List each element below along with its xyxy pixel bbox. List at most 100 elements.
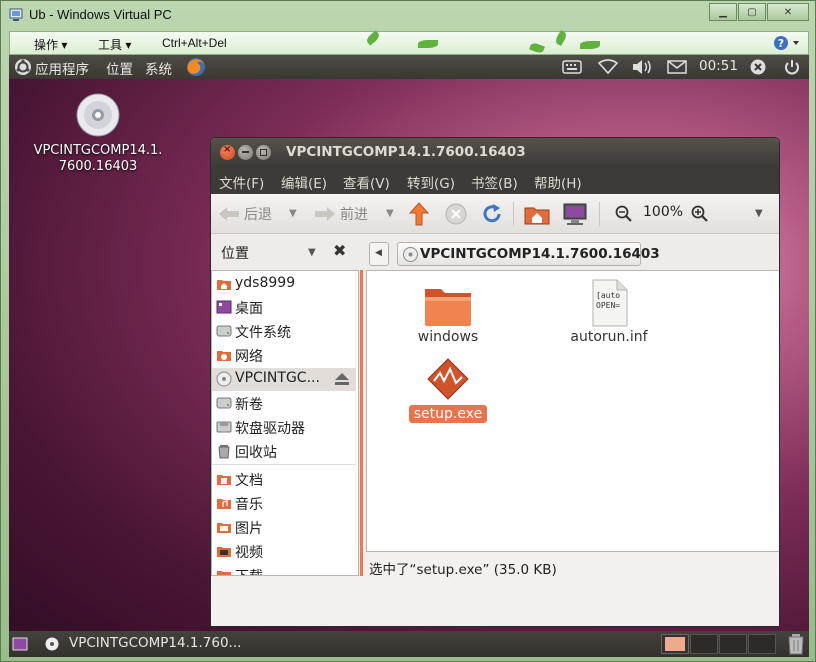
file-manager-menubar: 文件(F) 编辑(E) 查看(V) 转到(G) 书签(B) 帮助(H) (211, 166, 779, 194)
breadcrumb[interactable]: VPCINTGCOMP14.1.7600.16403 (397, 242, 660, 266)
toolbar-overflow-dropdown-icon[interactable]: ▼ (755, 208, 763, 219)
workspace-1[interactable] (661, 634, 689, 654)
home-folder-icon[interactable] (524, 202, 550, 226)
sidebar-item-label: 回收站 (235, 445, 277, 461)
menu-view[interactable]: 查看(V) (343, 172, 390, 192)
leaf-decoration (529, 41, 545, 55)
menu-file[interactable]: 文件(F) (219, 172, 264, 192)
file-name: autorun.inf (570, 329, 648, 345)
sidebar-type-dropdown-icon[interactable]: ▼ (308, 247, 316, 258)
sidebar-scrollbar[interactable] (360, 270, 363, 576)
power-icon[interactable] (783, 58, 801, 76)
menu-edit[interactable]: 编辑(E) (281, 172, 327, 192)
vpc-menubar: 操作 ▾ 工具 ▾ Ctrl+Alt+Del ? (9, 29, 809, 55)
window-minimize-button[interactable] (238, 145, 253, 160)
cd-icon (403, 247, 418, 262)
zoom-level: 100% (643, 204, 684, 220)
help-icon[interactable]: ? (772, 35, 802, 51)
menu-places[interactable]: 位置 (106, 58, 133, 78)
show-desktop-icon[interactable] (12, 636, 28, 652)
videos-folder-icon (217, 547, 231, 557)
sidebar-item-label: VPCINTGC... (235, 370, 320, 386)
close-button[interactable]: ✕ (767, 3, 809, 21)
sidebar-item-music[interactable]: 音乐 (212, 492, 356, 515)
trash-icon[interactable] (787, 633, 805, 655)
menu-action[interactable]: 操作 ▾ (34, 36, 67, 53)
file-manager-titlebar: × VPCINTGCOMP14.1.7600.16403 (211, 138, 779, 166)
sidebar-item-cdrom[interactable]: VPCINTGC... (212, 368, 356, 391)
task-label: VPCINTGCOMP14.1.760... (69, 635, 242, 651)
sidebar-item-videos[interactable]: 视频 (212, 540, 356, 563)
forward-history-dropdown-icon[interactable]: ▼ (386, 208, 394, 219)
maximize-button[interactable]: ▢ (738, 3, 766, 21)
sidebar-item-trash[interactable]: 回收站 (212, 440, 356, 463)
firefox-icon[interactable] (185, 56, 207, 78)
sidebar-item-new-volume[interactable]: 新卷 (212, 392, 356, 415)
back-arrow-icon (219, 207, 239, 221)
leaf-decoration (365, 30, 381, 46)
network-icon[interactable] (597, 59, 619, 75)
user-status-icon[interactable] (750, 59, 766, 75)
window-close-button[interactable]: × (220, 144, 235, 160)
forward-button[interactable]: 前进 (340, 204, 368, 224)
window-maximize-button[interactable] (256, 145, 271, 160)
back-button[interactable]: 后退 (244, 204, 272, 224)
menu-bookmarks[interactable]: 书签(B) (471, 172, 518, 192)
folder-icon (425, 289, 471, 326)
sidebar-item-home[interactable]: yds8999 (212, 273, 356, 296)
status-bar: 选中了“setup.exe” (35.0 KB) (369, 562, 557, 578)
menu-help[interactable]: 帮助(H) (534, 172, 582, 192)
svg-text:[auto: [auto (596, 291, 620, 300)
volume-icon[interactable] (631, 59, 653, 75)
ctrl-alt-del-button[interactable]: Ctrl+Alt+Del (162, 36, 227, 50)
sidebar-item-label: 视频 (235, 545, 263, 561)
menu-go[interactable]: 转到(G) (407, 172, 455, 192)
chevron-left-icon: ◀ (375, 248, 382, 258)
file-name: setup.exe (408, 405, 488, 423)
file-item-autorun[interactable]: [auto OPEN= autorun.inf (559, 279, 659, 345)
sidebar-item-floppy[interactable]: 软盘驱动器 (212, 416, 356, 439)
close-sidebar-icon[interactable]: ✖ (333, 241, 346, 260)
sidebar-item-label: 新卷 (235, 397, 263, 413)
file-item-windows-folder[interactable]: windows (403, 283, 493, 345)
ubuntu-logo-icon[interactable] (14, 58, 32, 76)
places-sidebar: yds8999 桌面 文件系统 网络 VPCINTGC... 新卷 软盘驱动器 … (211, 270, 359, 576)
breadcrumb-label: VPCINTGCOMP14.1.7600.16403 (420, 246, 660, 262)
workspace-4[interactable] (748, 634, 776, 654)
reload-icon[interactable] (481, 203, 503, 225)
eject-icon[interactable] (334, 372, 350, 386)
sidebar-header[interactable]: 位置 (221, 243, 249, 263)
taskbar-task-file-manager[interactable]: VPCINTGCOMP14.1.760... (38, 633, 258, 655)
back-history-dropdown-icon[interactable]: ▼ (289, 208, 297, 219)
zoom-out-icon[interactable] (615, 205, 633, 223)
pictures-folder-icon (217, 523, 231, 533)
sidebar-item-documents[interactable]: 文档 (212, 468, 356, 491)
computer-icon[interactable] (562, 202, 588, 226)
harddisk-icon (216, 325, 232, 337)
cd-icon (45, 637, 59, 651)
workspace-2[interactable] (690, 634, 718, 654)
menu-applications[interactable]: 应用程序 (35, 58, 89, 78)
up-arrow-icon[interactable] (409, 202, 429, 226)
minimize-button[interactable]: ▁ (709, 3, 737, 21)
virtual-pc-window: Ub - Windows Virtual PC ▁ ▢ ✕ 操作 ▾ 工具 ▾ … (0, 0, 816, 662)
sidebar-item-network[interactable]: 网络 (212, 344, 356, 367)
workspace-3[interactable] (719, 634, 747, 654)
sidebar-item-label: yds8999 (235, 275, 296, 291)
location-row: 位置 ▼ ✖ ◀ VPCINTGCOMP14.1.7600.16403 (211, 234, 779, 270)
stop-icon[interactable] (445, 203, 467, 225)
mail-icon[interactable] (667, 60, 687, 74)
sidebar-item-desktop[interactable]: 桌面 (212, 296, 356, 319)
desktop-cd-icon[interactable]: VPCINTGCOMP14.1. 7600.16403 (23, 93, 173, 175)
sidebar-item-filesystem[interactable]: 文件系统 (212, 320, 356, 343)
path-back-button[interactable]: ◀ (369, 242, 389, 266)
file-item-setup-exe[interactable]: setup.exe (403, 357, 493, 423)
keyboard-icon[interactable] (562, 60, 582, 74)
zoom-in-icon[interactable] (691, 205, 709, 223)
menu-system[interactable]: 系统 (145, 58, 172, 78)
panel-clock[interactable]: 00:51 (699, 58, 738, 74)
menu-tools[interactable]: 工具 ▾ (98, 36, 131, 53)
sidebar-item-label: 下载 (235, 566, 263, 575)
sidebar-item-downloads[interactable]: 下载 (212, 564, 356, 575)
sidebar-item-pictures[interactable]: 图片 (212, 516, 356, 539)
